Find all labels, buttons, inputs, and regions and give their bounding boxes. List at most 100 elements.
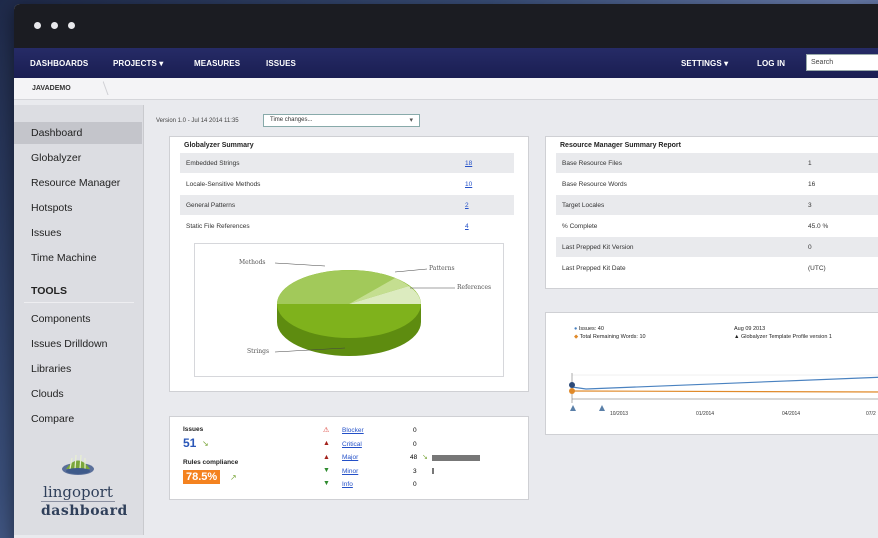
table-row: Embedded Strings 18 — [180, 153, 514, 173]
table-row: General Patterns 2 — [180, 195, 514, 215]
x-tick: 01/2014 — [696, 411, 715, 417]
severity-blocker-count: 0 — [413, 427, 417, 434]
issues-label: Issues — [183, 426, 204, 433]
x-tick: 07/2 — [866, 411, 876, 417]
logo-emblem-icon — [62, 454, 94, 475]
breadcrumb-project[interactable]: JAVADEMO — [32, 85, 71, 92]
x-tick: 04/2014 — [782, 411, 801, 417]
globalyzer-pie-chart: Methods Patterns References Strings — [194, 243, 504, 377]
minor-icon: ▼ — [323, 467, 330, 474]
compliance-label: Rules compliance — [183, 459, 239, 466]
severity-minor-count: 3 — [413, 468, 417, 475]
pie-label-references: References — [457, 284, 492, 291]
row-label: Last Prepped Kit Version — [562, 244, 634, 251]
info-icon: ▼ — [323, 480, 330, 487]
compliance-value: 78.5% — [183, 470, 221, 484]
sidebar-divider — [24, 302, 134, 303]
pie-label-strings: Strings — [247, 348, 270, 355]
breadcrumb-separator — [91, 81, 109, 95]
table-row: Target Locales 3 — [556, 195, 878, 215]
tools-heading: TOOLS — [31, 285, 67, 297]
resource-manager-title: Resource Manager Summary Report — [560, 142, 681, 149]
nav-projects[interactable]: PROJECTS ▾ — [113, 59, 163, 68]
event-marker-icon[interactable] — [599, 405, 605, 411]
sidebar-item-hotspots[interactable]: Hotspots — [14, 197, 142, 219]
severity-info-count: 0 — [413, 481, 417, 488]
sidebar-item-issues[interactable]: Issues — [14, 222, 142, 244]
table-row: Base Resource Files 1 — [556, 153, 878, 173]
row-value: 16 — [808, 181, 816, 188]
chevron-down-icon: ▾ — [409, 117, 413, 124]
nav-issues[interactable]: ISSUES — [266, 59, 296, 68]
time-changes-value: Time changes... — [270, 117, 313, 123]
issues-point — [569, 382, 575, 388]
event-marker-icon[interactable] — [570, 405, 576, 411]
row-value-link[interactable]: 2 — [465, 202, 469, 209]
severity-blocker[interactable]: Blocker — [342, 427, 364, 434]
chevron-down-icon: ▾ — [724, 59, 729, 68]
logo-text-line2: dashboard — [41, 501, 128, 519]
zoom-window-dot[interactable] — [68, 22, 75, 29]
trend-up-icon: ↘ — [202, 439, 209, 448]
words-point — [569, 388, 575, 394]
sidebar-item-globalyzer[interactable]: Globalyzer — [14, 147, 142, 169]
window-titlebar — [14, 4, 878, 48]
globalyzer-summary-title: Globalyzer Summary — [184, 142, 254, 149]
nav-settings-label: SETTINGS — [681, 59, 722, 68]
sidebar: Dashboard Globalyzer Resource Manager Ho… — [14, 105, 144, 535]
globalyzer-summary-panel: Globalyzer Summary Embedded Strings 18 L… — [169, 136, 529, 392]
breadcrumb: JAVADEMO — [14, 78, 878, 100]
row-value: (UTC) — [808, 265, 826, 272]
search-input[interactable]: Search — [806, 54, 878, 71]
version-text: Version 1.0 - Jul 14 2014 11:35 — [156, 118, 239, 124]
severity-critical-count: 0 — [413, 441, 417, 448]
table-row: Last Prepped Kit Date (UTC) — [556, 258, 878, 278]
nav-measures[interactable]: MEASURES — [194, 59, 240, 68]
major-bar — [432, 455, 480, 461]
nav-dashboards[interactable]: DASHBOARDS — [30, 59, 88, 68]
row-value: 45.0 % — [808, 223, 829, 230]
row-value-link[interactable]: 18 — [465, 160, 472, 167]
nav-settings[interactable]: SETTINGS ▾ — [681, 59, 728, 68]
sidebar-item-dashboard[interactable]: Dashboard — [14, 122, 142, 144]
minimize-window-dot[interactable] — [51, 22, 58, 29]
table-row: Locale-Sensitive Methods 10 — [180, 174, 514, 194]
sidebar-item-compare[interactable]: Compare — [14, 408, 142, 430]
severity-critical[interactable]: Critical — [342, 441, 362, 448]
row-value: 1 — [808, 160, 812, 167]
row-label: Embedded Strings — [186, 160, 240, 167]
severity-info[interactable]: Info — [342, 481, 353, 488]
close-window-dot[interactable] — [34, 22, 41, 29]
time-changes-select[interactable]: Time changes... ▾ — [263, 114, 420, 127]
row-value: 3 — [808, 202, 812, 209]
row-label: % Complete — [562, 223, 598, 230]
nav-login[interactable]: LOG IN — [757, 59, 785, 68]
sidebar-item-components[interactable]: Components — [14, 308, 142, 330]
severity-major[interactable]: Major — [342, 454, 358, 461]
trend-icon: ↘ — [422, 454, 428, 461]
table-row: Last Prepped Kit Version 0 — [556, 237, 878, 257]
resource-manager-panel: Resource Manager Summary Report Base Res… — [545, 136, 878, 289]
row-value: 0 — [808, 244, 812, 251]
row-label: General Patterns — [186, 202, 236, 209]
timeline-panel: ● Issues: 40 ◆ Total Remaining Words: 10… — [545, 312, 878, 435]
row-value-link[interactable]: 10 — [465, 181, 472, 188]
sidebar-item-clouds[interactable]: Clouds — [14, 383, 142, 405]
trend-up-icon: ↗ — [230, 473, 237, 482]
sidebar-item-time-machine[interactable]: Time Machine — [14, 247, 142, 269]
sidebar-item-libraries[interactable]: Libraries — [14, 358, 142, 380]
sidebar-item-resource-manager[interactable]: Resource Manager — [14, 172, 142, 194]
issues-panel: Issues 51 ↘ Rules compliance 78.5% ↗ ⚠ B… — [169, 416, 529, 500]
issues-count[interactable]: 51 — [183, 436, 196, 450]
row-label: Base Resource Files — [562, 160, 622, 167]
nav-projects-label: PROJECTS — [113, 59, 157, 68]
row-value-link[interactable]: 4 — [465, 223, 469, 230]
critical-icon: ▲ — [323, 440, 330, 447]
table-row: Base Resource Words 16 — [556, 174, 878, 194]
sidebar-item-issues-drilldown[interactable]: Issues Drilldown — [14, 333, 142, 355]
timeline-chart-svg — [569, 373, 878, 411]
table-row: Static File References 4 — [180, 216, 514, 236]
issues-series-line — [571, 376, 878, 390]
severity-minor[interactable]: Minor — [342, 468, 358, 475]
pie-label-methods: Methods — [239, 259, 266, 266]
